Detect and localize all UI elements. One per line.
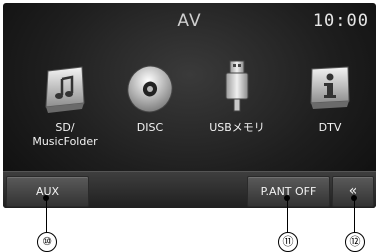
usb-memory-icon	[225, 60, 249, 112]
source-sd-musicfolder-button[interactable]: SD/ MusicFolder	[25, 59, 105, 149]
source-label: USBメモリ	[209, 121, 265, 134]
bottom-bar: AUX P.ANT OFF «	[3, 171, 376, 208]
clock: 10:00	[312, 11, 369, 31]
source-label: SD/ MusicFolder	[32, 121, 98, 148]
callout-line	[286, 199, 288, 233]
disc-icon	[127, 65, 173, 113]
source-label: DTV	[318, 121, 342, 134]
source-label: DISC	[136, 121, 164, 134]
source-usb-memory-button[interactable]: USBメモリ	[197, 59, 277, 135]
dtv-info-icon	[310, 66, 350, 109]
callout-number: ⑪	[278, 232, 298, 252]
callout-number: ⑩	[37, 232, 57, 252]
source-disc-button[interactable]: DISC	[110, 59, 190, 135]
callout-line	[353, 199, 355, 233]
pant-off-button[interactable]: P.ANT OFF	[247, 176, 330, 207]
callout-line	[45, 199, 47, 233]
callout-number: ⑫	[345, 232, 365, 252]
music-folder-icon	[45, 66, 85, 113]
aux-button[interactable]: AUX	[6, 176, 89, 207]
av-menu-screen: AV 10:00 SD/ MusicFolder DISC USBメモリ DTV…	[3, 3, 376, 208]
source-dtv-button[interactable]: DTV	[290, 59, 370, 135]
